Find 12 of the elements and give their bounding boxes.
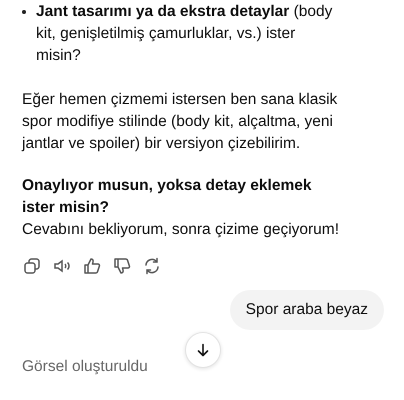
bullet-text: Jant tasarımı ya da ekstra detaylar (body kit, genişletilmiş çamurluklar, vs.) ister misin? [36, 2, 334, 66]
bullet-dot [22, 10, 26, 14]
message-paragraph: Eğer hemen çizmemi istersen ben sana klasik spor modifiye stilinde (body kit, alçaltma, yeni jantlar ve spoiler) bir versiyon çizebilirim. [22, 90, 338, 154]
thumbs-down-icon[interactable] [112, 256, 132, 276]
question-text: Onaylıyor musun, yoksa detay eklemek ister misin? [22, 176, 312, 218]
scroll-down-button[interactable] [185, 332, 221, 368]
status-text: Görsel oluşturuldu [22, 357, 148, 377]
arrow-down-icon [195, 342, 211, 358]
user-message-bubble: Spor araba beyaz [230, 290, 384, 330]
thumbs-up-icon[interactable] [82, 256, 102, 276]
copy-icon[interactable] [22, 256, 42, 276]
closing-text: Cevabını bekliyorum, sonra çizime geçiyorum! [22, 220, 340, 240]
